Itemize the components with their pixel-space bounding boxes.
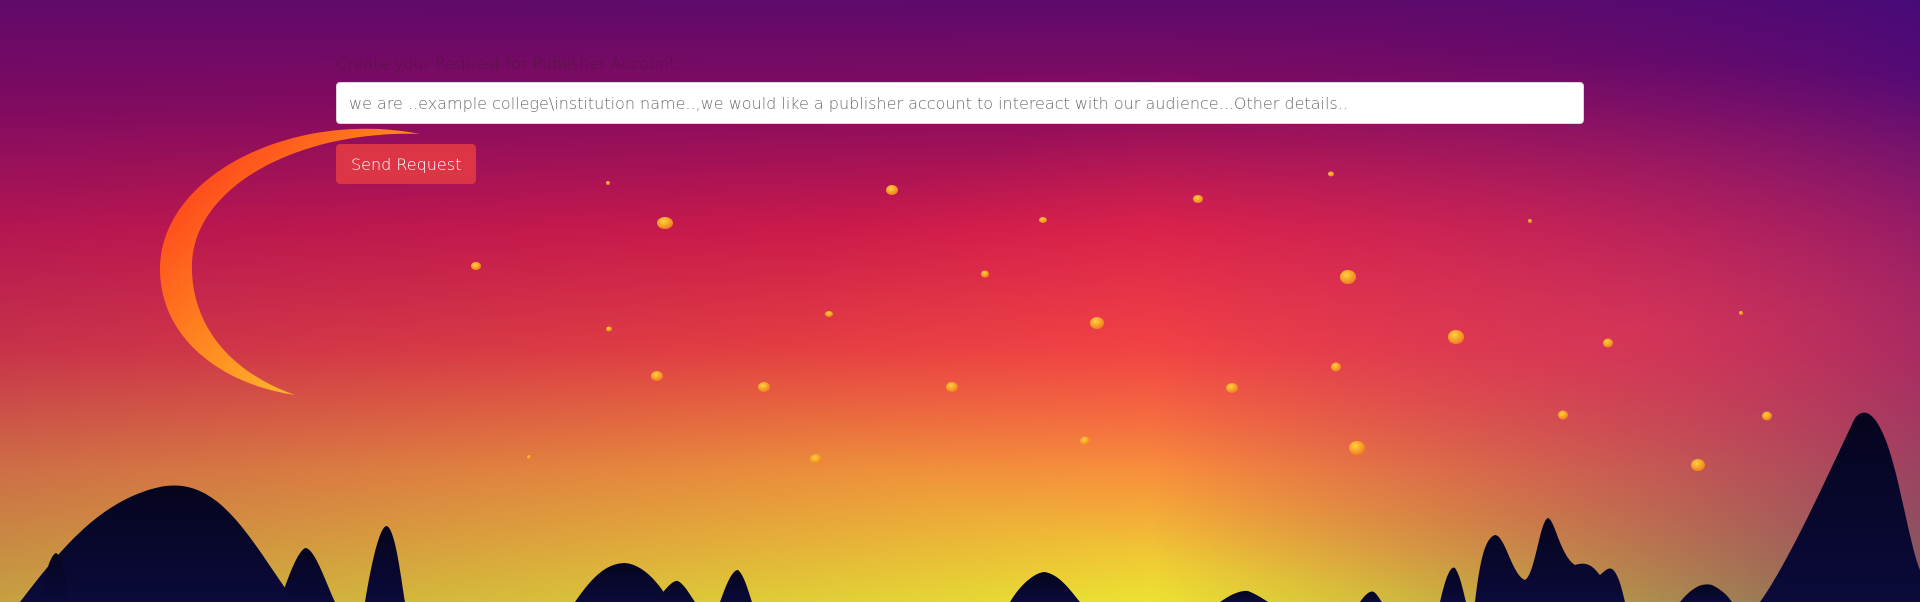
- send-request-button[interactable]: Send Request: [336, 144, 477, 184]
- publisher-request-form: Create your Request for Publisher Accoun…: [336, 54, 1584, 184]
- request-form-label: Create your Request for Publisher Accoun…: [336, 54, 676, 73]
- request-details-input[interactable]: [336, 82, 1584, 124]
